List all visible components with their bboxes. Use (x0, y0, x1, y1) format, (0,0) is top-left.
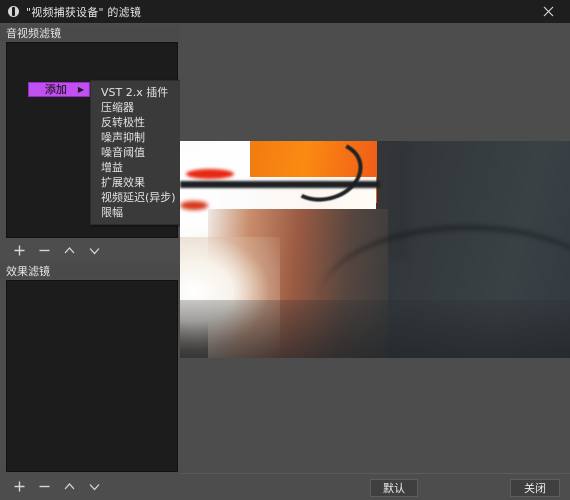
minus-icon[interactable] (37, 243, 51, 257)
effect-filters-header: 效果滤镜 (0, 263, 183, 279)
menu-item-noise-suppression[interactable]: 噪声抑制 (91, 130, 181, 145)
menu-item-gain[interactable]: 增益 (91, 160, 181, 175)
add-filter-label: 添加 (44, 83, 67, 96)
add-filter-button[interactable]: 添加 ▶ (28, 82, 90, 97)
footer-divider (180, 473, 570, 474)
filters-dialog: "视频捕获设备" 的滤镜 音视频滤镜 效果滤镜 添加 ▶ VST 2.x 插件 … (0, 0, 570, 500)
effect-filters-toolbar (6, 476, 178, 496)
chevron-up-icon[interactable] (62, 243, 76, 257)
preview-red-blob (186, 169, 234, 179)
menu-item-invert-polarity[interactable]: 反转极性 (91, 115, 181, 130)
preview-red-blob-2 (180, 201, 208, 210)
chevron-up-icon[interactable] (62, 479, 76, 493)
plus-icon[interactable] (12, 243, 26, 257)
minus-icon[interactable] (37, 479, 51, 493)
menu-item-compressor[interactable]: 压缩器 (91, 100, 181, 115)
audio-video-filters-header: 音视频滤镜 (0, 25, 183, 41)
window-title: "视频捕获设备" 的滤镜 (26, 5, 142, 19)
menu-item-video-delay-async[interactable]: 视频延迟(异步) (91, 190, 181, 205)
chevron-down-icon[interactable] (87, 243, 101, 257)
menu-item-vst[interactable]: VST 2.x 插件 (91, 85, 181, 100)
obs-logo-icon (8, 6, 19, 17)
add-filter-submenu[interactable]: VST 2.x 插件 压缩器 反转极性 噪声抑制 噪音阈值 增益 扩展效果 视频… (90, 80, 182, 225)
plus-icon[interactable] (12, 479, 26, 493)
close-icon[interactable] (526, 0, 570, 23)
preview-bottom-shadow (180, 300, 570, 358)
menu-item-expander[interactable]: 扩展效果 (91, 175, 181, 190)
chevron-down-icon[interactable] (87, 479, 101, 493)
video-preview (180, 141, 570, 358)
submenu-arrow-icon: ▶ (77, 84, 84, 94)
video-preview-pane (180, 23, 570, 475)
menu-item-noise-gate[interactable]: 噪音阈值 (91, 145, 181, 160)
preview-cable (180, 181, 380, 188)
title-bar: "视频捕获设备" 的滤镜 (0, 0, 570, 23)
close-button[interactable]: 关闭 (510, 479, 560, 497)
menu-item-limiter[interactable]: 限幅 (91, 205, 181, 220)
audio-video-filters-toolbar (6, 240, 178, 260)
effect-filters-list[interactable] (6, 280, 178, 472)
default-button[interactable]: 默认 (370, 479, 418, 497)
